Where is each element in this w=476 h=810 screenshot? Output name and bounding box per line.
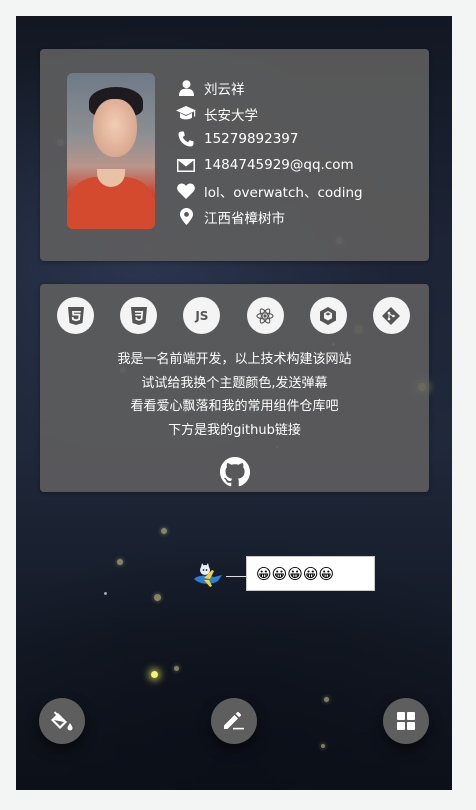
info-phone: 15279892397 <box>176 127 363 153</box>
user-icon <box>176 79 196 97</box>
info-name: 刘云祥 <box>176 75 363 101</box>
phone-icon <box>176 130 196 148</box>
graduation-cap-icon <box>176 105 196 123</box>
info-location: 江西省樟树市 <box>176 204 363 230</box>
intro-line-3: 看看爱心飘落和我的常用组件仓库吧 <box>130 399 339 414</box>
star <box>104 592 107 595</box>
location-pin-icon <box>176 208 196 226</box>
skills-card: JS 我是一名前端开发，以上技术构建该网站 试试给我换个主题颜色,发送弹幕 看看… <box>40 284 429 492</box>
info-email: 1484745929@qq.com <box>176 152 363 178</box>
intro-line-2: 试试给我换个主题颜色,发送弹幕 <box>141 375 328 391</box>
profile-card: 刘云祥 长安大学 15279892397 1484745929@qq.com l… <box>40 49 429 261</box>
app-screen: 刘云祥 长安大学 15279892397 1484745929@qq.com l… <box>16 16 452 790</box>
phone-text: 15279892397 <box>204 131 299 148</box>
html5-icon[interactable] <box>57 297 94 334</box>
profile-info: 刘云祥 长安大学 15279892397 1484745929@qq.com l… <box>176 75 363 230</box>
star <box>321 744 325 748</box>
intro-line-4: 下方是我的github链接 <box>168 422 301 438</box>
paint-bucket-icon <box>51 711 73 731</box>
location-text: 江西省樟树市 <box>204 210 285 227</box>
javascript-icon[interactable]: JS <box>183 297 221 334</box>
git-icon[interactable] <box>372 297 410 334</box>
hobbies-text: lol、overwatch、coding <box>204 185 363 202</box>
star <box>154 594 161 601</box>
school-text: 长安大学 <box>204 107 258 124</box>
theme-color-button[interactable] <box>39 698 85 744</box>
webpack-icon[interactable] <box>309 297 347 334</box>
send-danmu-button[interactable] <box>211 698 257 744</box>
info-hobbies: lol、overwatch、coding <box>176 178 363 204</box>
danmu-banner: 😀😀😀😀😀 <box>246 556 375 591</box>
github-link-icon[interactable] <box>220 457 250 487</box>
star <box>324 697 329 702</box>
info-school: 长安大学 <box>176 101 363 127</box>
heart-icon <box>176 182 196 200</box>
name-text: 刘云祥 <box>204 81 245 98</box>
react-icon[interactable] <box>246 297 284 334</box>
star <box>151 671 158 678</box>
mail-icon <box>176 156 196 174</box>
css3-icon[interactable] <box>120 297 158 334</box>
skill-icons-row: JS <box>57 297 410 334</box>
component-repo-button[interactable] <box>383 698 429 744</box>
intro-line-1: 我是一名前端开发，以上技术构建该网站 <box>117 352 352 367</box>
banner-string <box>226 576 246 577</box>
intro-text: 我是一名前端开发，以上技术构建该网站 试试给我换个主题颜色,发送弹幕 看看爱心飘… <box>40 348 429 442</box>
star <box>117 559 123 565</box>
star <box>174 666 179 671</box>
pencil-edit-icon <box>224 712 244 730</box>
grid-apps-icon <box>397 712 415 730</box>
email-text: 1484745929@qq.com <box>204 157 354 174</box>
plane-icon <box>192 561 226 591</box>
star <box>161 528 167 534</box>
avatar-photo <box>67 73 155 229</box>
